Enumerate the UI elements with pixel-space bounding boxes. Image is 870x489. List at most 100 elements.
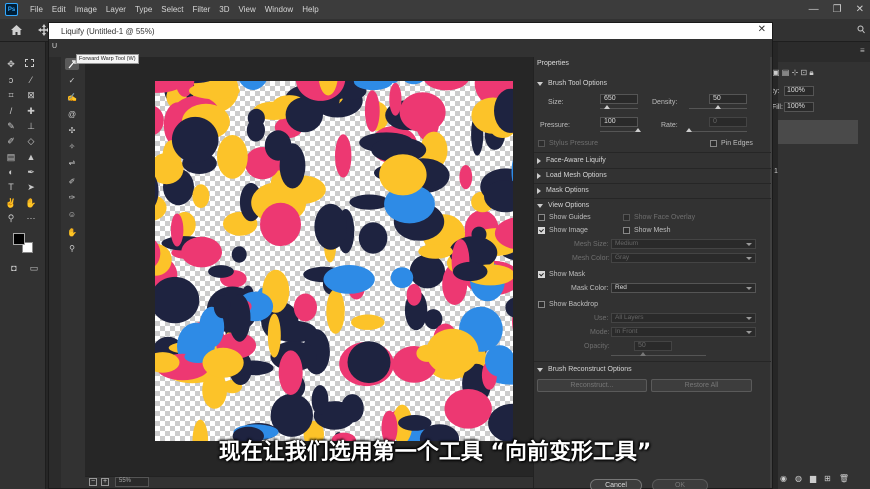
bloat-tool-icon[interactable]: ✧ — [65, 140, 79, 152]
density-field[interactable]: 50 — [709, 94, 747, 104]
show-guides-checkbox[interactable] — [538, 214, 545, 221]
smooth-tool-icon[interactable]: ✍ — [65, 91, 79, 103]
pen-icon[interactable]: ✒ — [25, 167, 37, 177]
menu-type[interactable]: Type — [135, 5, 152, 14]
show-mask-checkbox[interactable] — [538, 271, 545, 278]
menu-3d[interactable]: 3D — [219, 5, 229, 14]
restore-button[interactable]: ❐ — [833, 4, 842, 15]
blur-icon[interactable]: ▲ — [25, 152, 37, 162]
brush-reconstruct-options-header[interactable]: Brush Reconstruct Options — [537, 363, 632, 376]
density-slider-thumb[interactable] — [715, 105, 721, 109]
eyedropper-icon[interactable]: / — [5, 106, 17, 116]
menu-edit[interactable]: Edit — [52, 5, 66, 14]
screen-mode-icon[interactable]: ▭ — [28, 263, 40, 273]
backdrop-opacity-thumb[interactable] — [640, 352, 646, 356]
brush-tool-options-header[interactable]: Brush Tool Options — [537, 77, 607, 90]
size-field[interactable]: 650 — [600, 94, 638, 104]
show-mesh-checkbox[interactable] — [623, 227, 630, 234]
group-icon[interactable]: ▆ — [810, 474, 816, 483]
mode-select[interactable]: In Front — [611, 327, 756, 337]
cancel-button[interactable]: Cancel — [590, 479, 642, 489]
photoshop-logo-icon[interactable]: Ps — [5, 3, 18, 16]
mask-color-select[interactable]: Red — [611, 283, 756, 293]
reconstruct-tool-icon[interactable]: ✓ — [65, 74, 79, 86]
menu-select[interactable]: Select — [161, 5, 183, 14]
stylus-pressure-checkbox[interactable] — [538, 140, 545, 147]
face-aware-liquify-header[interactable]: Face-Aware Liquify — [537, 154, 606, 167]
zoom-out-icon[interactable]: − — [89, 478, 97, 486]
zoom-in-icon[interactable]: + — [101, 478, 109, 486]
delete-layer-icon[interactable]: 🗑︎ — [839, 474, 849, 483]
foreground-color-swatch[interactable] — [13, 233, 25, 245]
rate-field[interactable]: 0 — [709, 117, 747, 127]
mask-options-header[interactable]: Mask Options — [537, 184, 589, 197]
ok-button[interactable]: OK — [652, 479, 708, 489]
search-icon[interactable] — [857, 25, 865, 35]
menu-file[interactable]: File — [30, 5, 43, 14]
mask-icon[interactable]: ◍ — [795, 474, 802, 483]
history-brush-icon[interactable]: ✐ — [5, 136, 17, 146]
eraser-icon[interactable]: ◇ — [25, 136, 37, 146]
use-select[interactable]: All Layers — [611, 313, 756, 323]
gradient-icon[interactable]: ▤ — [5, 152, 17, 162]
marquee-icon[interactable] — [25, 59, 34, 67]
stamp-icon[interactable]: ⊥ — [25, 121, 37, 131]
menu-layer[interactable]: Layer — [106, 5, 126, 14]
liquify-canvas[interactable] — [155, 81, 513, 441]
minimize-button[interactable]: — — [809, 4, 819, 15]
load-mesh-options-header[interactable]: Load Mesh Options — [537, 169, 607, 182]
thaw-mask-icon[interactable]: ✑ — [65, 191, 79, 203]
magic-wand-icon[interactable]: ⁄ — [25, 75, 37, 85]
fill-field[interactable]: 100% — [784, 102, 814, 112]
home-icon[interactable] — [10, 24, 23, 36]
frame-icon[interactable]: ⊠ — [25, 90, 37, 100]
pressure-field[interactable]: 100 — [600, 117, 638, 127]
rate-slider[interactable] — [689, 131, 747, 132]
backdrop-opacity-field[interactable]: 50 — [634, 341, 672, 351]
restore-all-button[interactable]: Restore All — [651, 379, 752, 392]
push-left-tool-icon[interactable]: ⇌ — [65, 156, 79, 168]
pucker-tool-icon[interactable]: ✣ — [65, 124, 79, 136]
panel-menu-icon[interactable]: ≡ — [860, 46, 865, 55]
dodge-icon[interactable]: ◐ — [5, 167, 17, 177]
opacity-field[interactable]: 100% — [784, 86, 814, 96]
rate-slider-thumb[interactable] — [686, 128, 692, 132]
hand-tool-icon[interactable]: ✋ — [65, 226, 79, 238]
quick-mask-icon[interactable]: ◘ — [8, 263, 20, 273]
menu-filter[interactable]: Filter — [193, 5, 211, 14]
menu-image[interactable]: Image — [75, 5, 97, 14]
type-icon[interactable]: T — [5, 182, 17, 192]
menu-help[interactable]: Help — [302, 5, 318, 14]
show-face-overlay-checkbox[interactable] — [623, 214, 630, 221]
view-options-header[interactable]: View Options — [537, 199, 589, 212]
twirl-clockwise-icon[interactable]: @ — [65, 108, 79, 120]
freeze-mask-icon[interactable]: ✐ — [65, 175, 79, 187]
show-backdrop-checkbox[interactable] — [538, 301, 545, 308]
mesh-size-select[interactable]: Medium — [611, 239, 756, 249]
path-select-icon[interactable]: ➤ — [25, 182, 37, 192]
layer-row-selected[interactable] — [778, 120, 858, 144]
healing-icon[interactable]: ✚ — [25, 106, 37, 116]
brush-icon[interactable]: ✎ — [5, 121, 17, 131]
more-tools-icon[interactable]: ⋯ — [25, 213, 37, 223]
move-icon[interactable]: ✥ — [5, 59, 17, 69]
zoom-select[interactable]: 55% — [115, 477, 149, 487]
new-layer-icon[interactable]: ⊞ — [824, 474, 831, 483]
lasso-icon[interactable]: ↄ — [5, 75, 17, 85]
menu-view[interactable]: View — [239, 5, 256, 14]
close-window-button[interactable]: ✕ — [856, 4, 864, 15]
pressure-slider[interactable] — [600, 131, 638, 132]
pin-edges-checkbox[interactable] — [710, 140, 717, 147]
dialog-close-button[interactable]: ✕ — [758, 24, 766, 35]
shape-icon[interactable]: ✌ — [5, 198, 17, 208]
reconstruct-button[interactable]: Reconstruct... — [537, 379, 647, 392]
face-tool-icon[interactable]: ☺ — [65, 208, 79, 220]
zoom-icon[interactable]: ⚲ — [5, 213, 17, 223]
zoom-tool-icon[interactable]: ⚲ — [65, 242, 79, 254]
fx-icon[interactable]: ◉ — [780, 474, 787, 483]
size-slider-thumb[interactable] — [604, 105, 610, 109]
menu-window[interactable]: Window — [265, 5, 293, 14]
mesh-color-select[interactable]: Gray — [611, 253, 756, 263]
backdrop-opacity-slider[interactable] — [611, 355, 706, 356]
pressure-slider-thumb[interactable] — [635, 128, 641, 132]
